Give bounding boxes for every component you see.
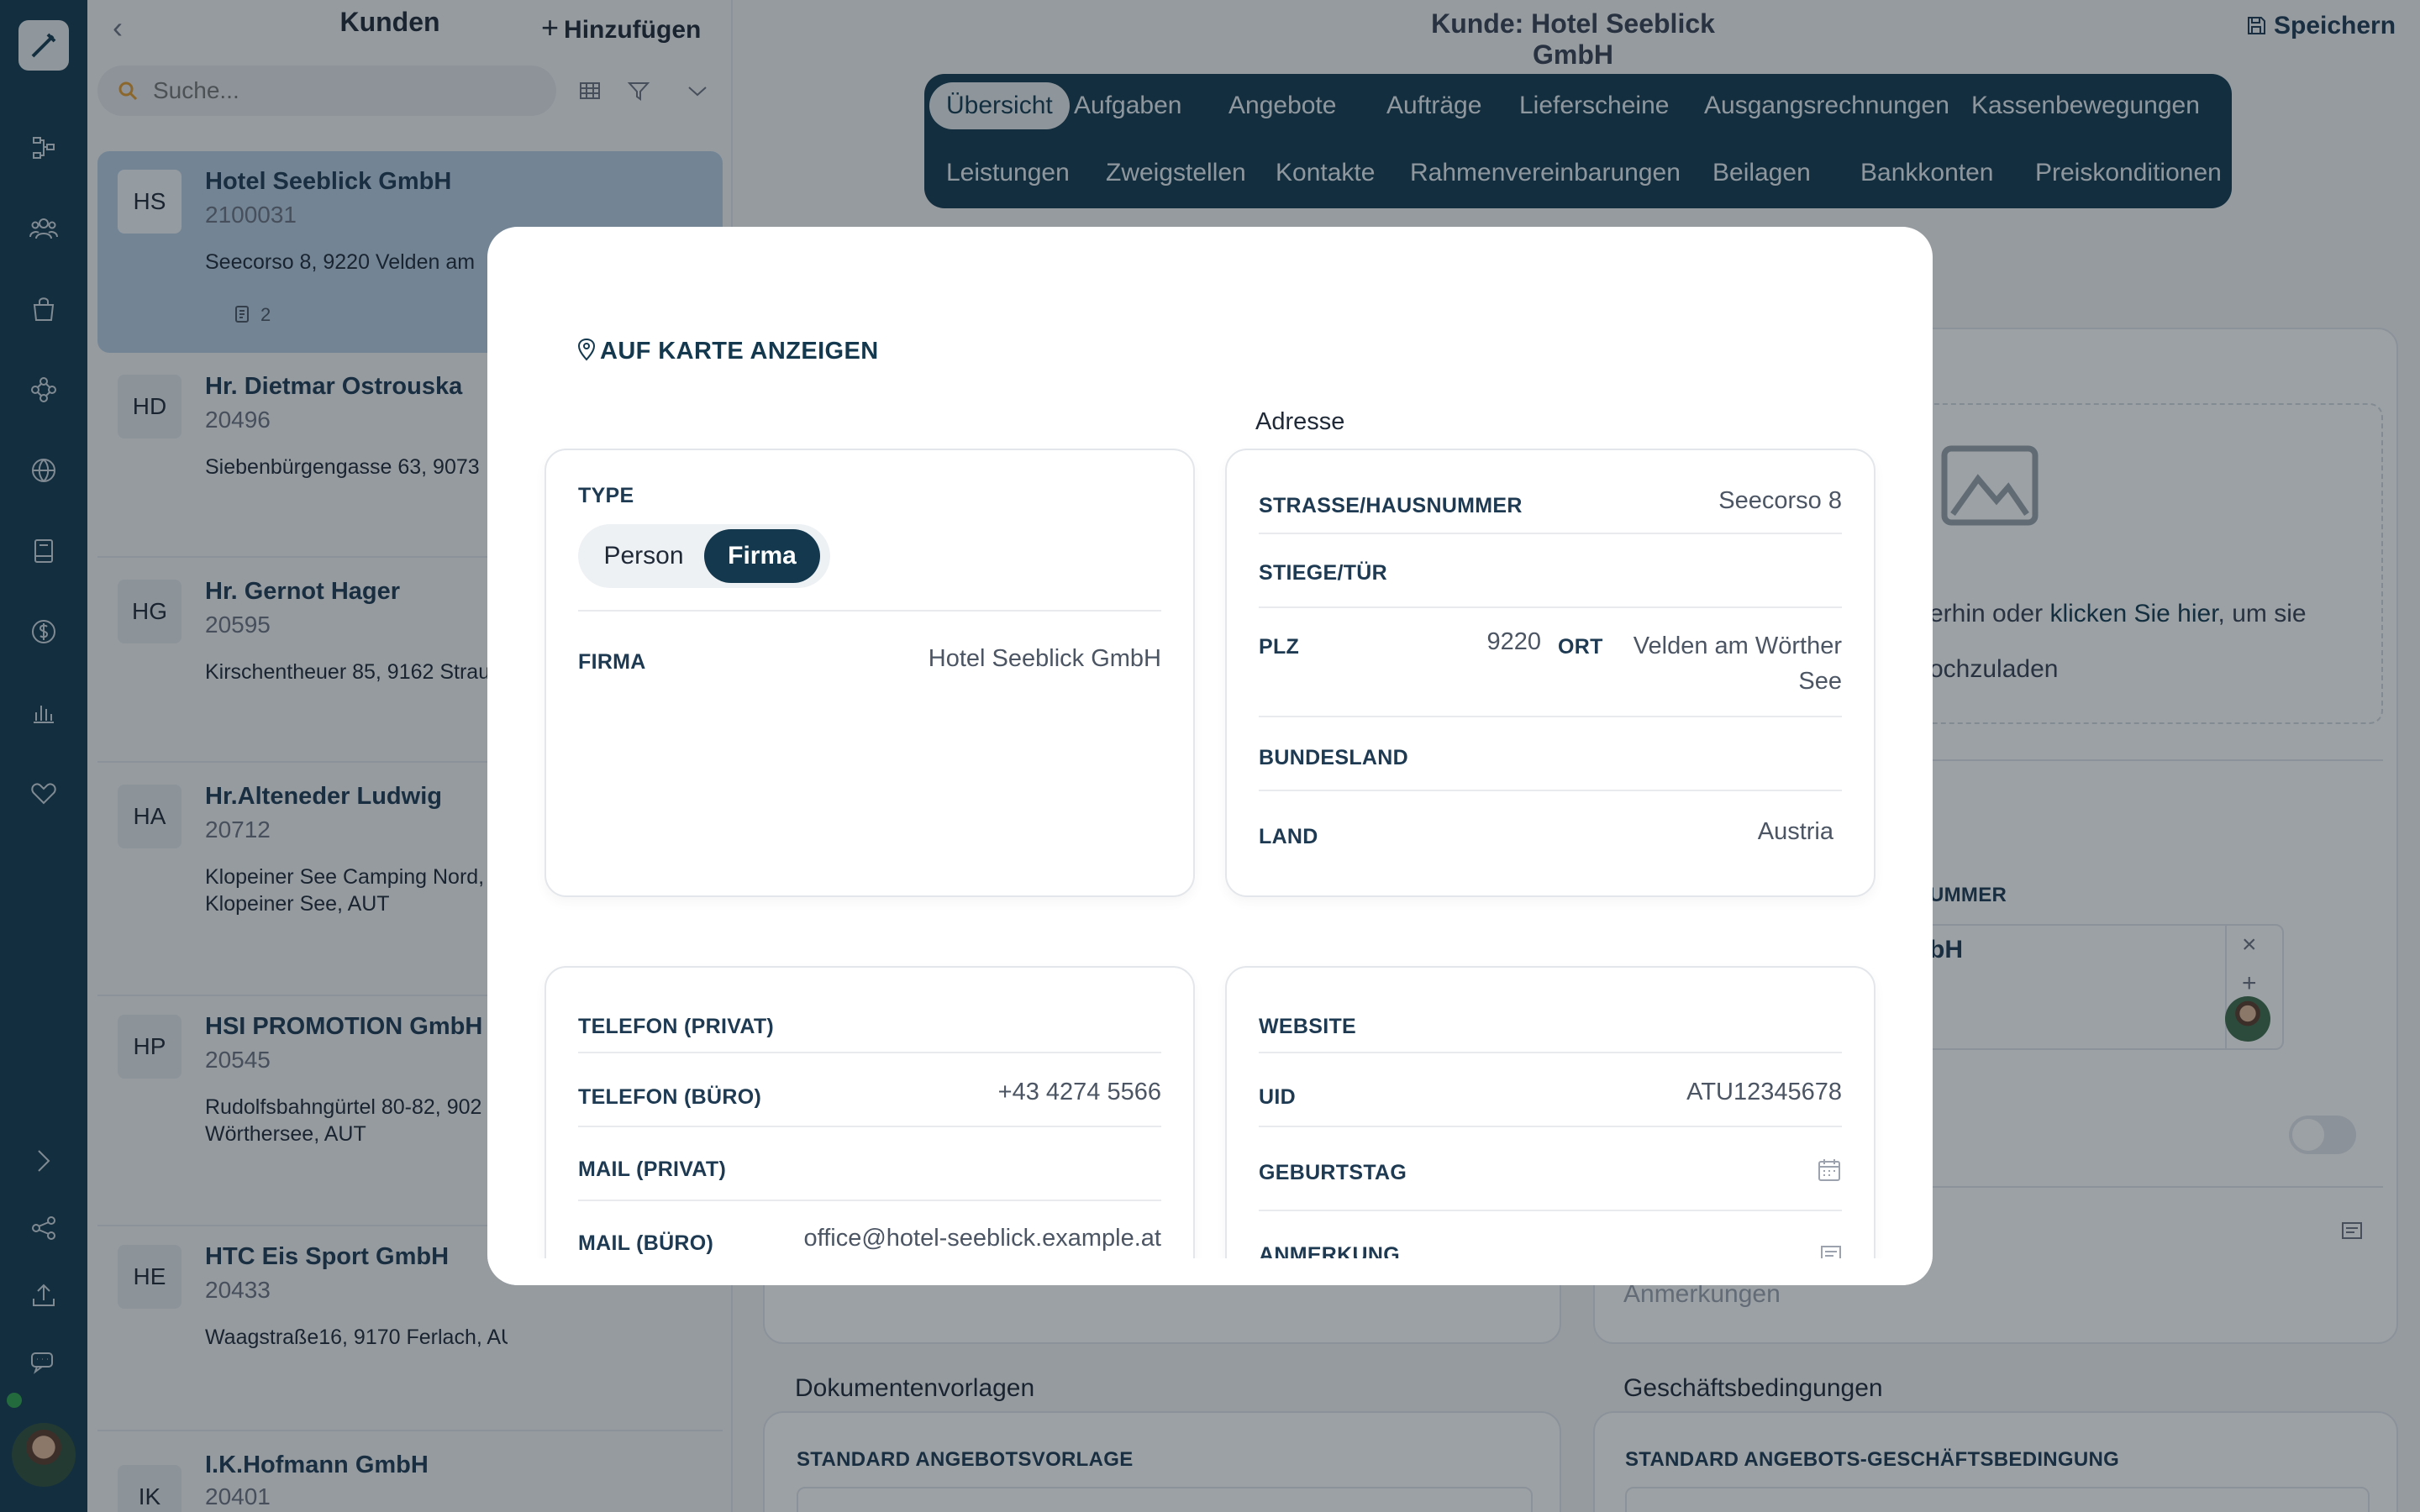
uid-label: UID xyxy=(1259,1085,1296,1109)
tel-buero-row[interactable]: TELEFON (BÜRO) +43 4274 5566 xyxy=(578,1053,1161,1127)
tel-privat-label: TELEFON (PRIVAT) xyxy=(578,1015,775,1038)
tel-privat-row[interactable]: TELEFON (PRIVAT) xyxy=(578,986,1161,1053)
plz-ort-row[interactable]: PLZ 9220 ORT Velden am Wörther See xyxy=(1259,608,1842,717)
land-row[interactable]: LAND Austria xyxy=(1259,791,1842,875)
mail-privat-row[interactable]: MAIL (PRIVAT) xyxy=(578,1127,1161,1201)
calendar-icon[interactable] xyxy=(1817,1158,1842,1183)
land-value: Austria xyxy=(1757,818,1833,845)
type-option-person[interactable]: Person xyxy=(583,529,704,583)
ort-value: Velden am Wörther See xyxy=(1633,633,1842,695)
stiege-label: STIEGE/TÜR xyxy=(1259,561,1388,585)
street-row[interactable]: STRASSE/HAUSNUMMER Seecorso 8 xyxy=(1259,469,1842,534)
firma-value: Hotel Seeblick GmbH xyxy=(928,645,1161,672)
type-card: TYPE Person Firma FIRMA Hotel Seeblick G… xyxy=(544,449,1195,897)
plz-label: PLZ xyxy=(1259,635,1300,659)
mail-buero-label: MAIL (BÜRO) xyxy=(578,1231,714,1255)
address-modal: AUF KARTE ANZEIGEN Adresse TYPE Person F… xyxy=(487,227,1933,1285)
uid-value: ATU12345678 xyxy=(1686,1079,1842,1105)
geburtstag-label: GEBURTSTAG xyxy=(1259,1161,1407,1184)
firma-row[interactable]: FIRMA Hotel Seeblick GmbH xyxy=(578,633,1161,684)
stiege-row[interactable]: STIEGE/TÜR xyxy=(1259,534,1842,608)
firma-label: FIRMA xyxy=(578,650,646,674)
website-label: WEBSITE xyxy=(1259,1015,1356,1038)
address-section-title: Adresse xyxy=(1255,408,1345,435)
show-on-map-link[interactable]: AUF KARTE ANZEIGEN xyxy=(576,338,879,365)
type-toggle: Person Firma xyxy=(578,524,830,588)
mail-buero-value: office@hotel-seeblick.example.at xyxy=(803,1225,1161,1252)
land-label: LAND xyxy=(1259,825,1318,848)
contact-card: TELEFON (PRIVAT) TELEFON (BÜRO) +43 4274… xyxy=(544,966,1195,1285)
bundesland-label: BUNDESLAND xyxy=(1259,746,1408,769)
geburtstag-row[interactable]: GEBURTSTAG xyxy=(1259,1127,1842,1211)
modal-footer-mask xyxy=(487,1258,1933,1285)
bundesland-row[interactable]: BUNDESLAND xyxy=(1259,717,1842,791)
tel-buero-value: +43 4274 5566 xyxy=(997,1079,1161,1105)
map-pin-icon xyxy=(577,338,596,361)
street-label: STRASSE/HAUSNUMMER xyxy=(1259,494,1523,517)
ort-label: ORT xyxy=(1558,635,1603,659)
website-row[interactable]: WEBSITE xyxy=(1259,986,1842,1053)
type-label: TYPE xyxy=(578,484,634,507)
street-value: Seecorso 8 xyxy=(1718,487,1842,514)
plz-value: 9220 xyxy=(1486,628,1541,655)
tel-buero-label: TELEFON (BÜRO) xyxy=(578,1085,762,1109)
type-option-firma[interactable]: Firma xyxy=(704,529,820,583)
address-card: STRASSE/HAUSNUMMER Seecorso 8 STIEGE/TÜR… xyxy=(1225,449,1876,897)
mail-privat-label: MAIL (PRIVAT) xyxy=(578,1158,727,1181)
divider xyxy=(578,610,1161,612)
business-card: WEBSITE UID ATU12345678 GEBURTSTAG ANMER… xyxy=(1225,966,1876,1285)
uid-row[interactable]: UID ATU12345678 xyxy=(1259,1053,1842,1127)
